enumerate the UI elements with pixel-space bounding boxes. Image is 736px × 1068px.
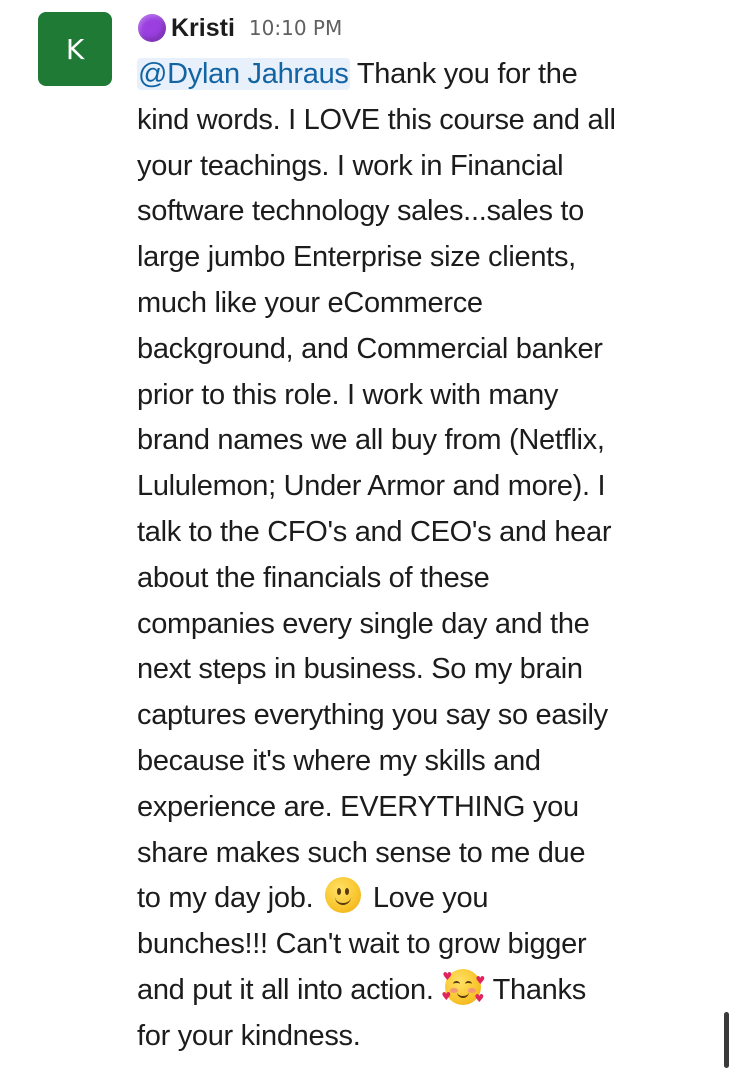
message-line: next steps in business. So my brain: [137, 653, 583, 686]
message-line: companies every single day and the: [137, 607, 590, 640]
message-text: Thank you for the: [349, 58, 578, 90]
message-line: prior to this role. I work with many: [137, 378, 559, 411]
sender-name[interactable]: Kristi: [171, 14, 235, 43]
message-line: your teachings. I work in Financial: [137, 149, 564, 182]
message-body: @Dylan Jahraus Thank you for the kind wo…: [137, 52, 697, 1060]
message-line: captures everything you say so easily: [137, 699, 608, 732]
message-line: share makes such sense to me due: [137, 836, 586, 869]
message-line: about the financials of these: [137, 561, 490, 594]
message-timestamp[interactable]: 10:10 PM: [249, 16, 342, 40]
message-line: to my day job. Love you: [137, 876, 697, 922]
purple-circle-icon: [138, 14, 166, 42]
message-line: experience are. EVERYTHING you: [137, 790, 579, 823]
message-line: background, and Commercial banker: [137, 332, 603, 365]
user-mention[interactable]: @Dylan Jahraus: [137, 58, 350, 90]
message-text: to my day job.: [137, 882, 322, 915]
message-line: and put it all into action. ♥ ♥ ♥ ♥ Thanks: [137, 968, 697, 1014]
message-line: kind words. I LOVE this course and all: [137, 103, 616, 136]
message-line: bunches!!! Can't wait to grow bigger: [137, 928, 587, 961]
message-line: much like your eCommerce: [137, 286, 483, 319]
message-text: Love you: [365, 882, 489, 915]
message-line: because it's where my skills and: [137, 744, 541, 777]
message-line: @Dylan Jahraus Thank you for the: [137, 52, 697, 98]
smiling-face-with-hearts-icon[interactable]: ♥ ♥ ♥ ♥: [441, 968, 485, 1005]
message-line: for your kindness.: [137, 1019, 361, 1052]
slightly-smiling-face-icon[interactable]: [325, 877, 362, 914]
message-line: talk to the CFO's and CEO's and hear: [137, 515, 612, 548]
message-line: software technology sales...sales to: [137, 195, 584, 228]
message-text: Thanks: [485, 973, 587, 1006]
message-text: and put it all into action.: [137, 973, 442, 1006]
avatar-initial: K: [65, 32, 85, 66]
message-header: Kristi 10:10 PM: [138, 10, 342, 46]
scrollbar[interactable]: [724, 1012, 729, 1068]
message-line: large jumbo Enterprise size clients,: [137, 241, 576, 274]
user-avatar[interactable]: K: [38, 12, 112, 86]
message-line: brand names we all buy from (Netflix,: [137, 424, 605, 457]
message-line: Lululemon; Under Armor and more). I: [137, 470, 606, 503]
